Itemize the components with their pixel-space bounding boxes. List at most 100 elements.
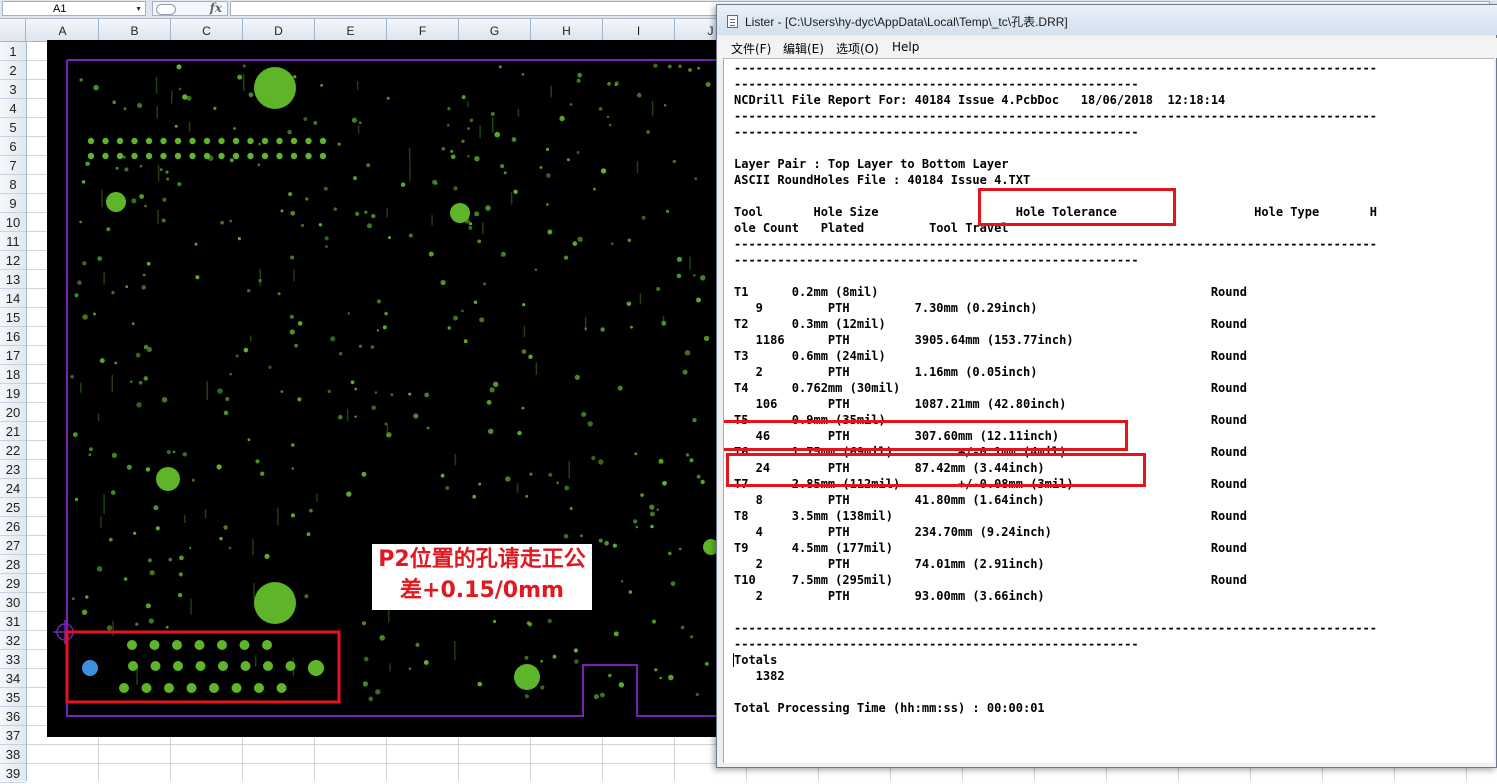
row-header[interactable]: 39 xyxy=(0,764,26,783)
lister-titlebar[interactable]: Lister - [C:\Users\hy-dyc\AppData\Local\… xyxy=(717,5,1497,35)
row-header[interactable]: 30 xyxy=(0,593,26,612)
row-header[interactable]: 11 xyxy=(0,232,26,251)
via xyxy=(474,156,480,162)
row-header[interactable]: 20 xyxy=(0,403,26,422)
row-header[interactable]: 9 xyxy=(0,194,26,213)
header-pad xyxy=(218,152,225,160)
row-header[interactable]: 37 xyxy=(0,726,26,745)
row-header[interactable]: 15 xyxy=(0,308,26,327)
row-header[interactable]: 14 xyxy=(0,289,26,308)
via xyxy=(513,189,518,194)
insert-function-icon[interactable]: fx xyxy=(210,1,222,15)
row-header[interactable]: 35 xyxy=(0,688,26,707)
via xyxy=(413,413,419,419)
header-pad xyxy=(203,137,211,145)
row-header[interactable]: 2 xyxy=(0,61,26,80)
row-header[interactable]: 10 xyxy=(0,213,26,232)
row-header[interactable]: 36 xyxy=(0,707,26,726)
row-header[interactable]: 6 xyxy=(0,137,26,156)
column-header[interactable]: D xyxy=(243,19,315,41)
via xyxy=(106,227,111,232)
row-header[interactable]: 3 xyxy=(0,80,26,99)
row-header[interactable]: 8 xyxy=(0,175,26,194)
via xyxy=(472,494,477,499)
via xyxy=(364,210,368,214)
row-header[interactable]: 21 xyxy=(0,422,26,441)
row-header[interactable]: 28 xyxy=(0,555,26,574)
via xyxy=(489,387,495,393)
report-line: 2 PTH 93.00mm (3.66inch) xyxy=(734,589,1045,603)
via xyxy=(692,418,697,423)
via xyxy=(649,511,655,517)
via xyxy=(153,505,159,511)
via xyxy=(453,315,458,321)
row-header[interactable]: 7 xyxy=(0,156,26,175)
row-header[interactable]: 29 xyxy=(0,574,26,593)
via xyxy=(289,329,295,335)
via xyxy=(450,154,456,160)
menu-edit[interactable]: 编辑(E) xyxy=(783,40,824,57)
header-pad xyxy=(145,152,153,160)
row-header[interactable]: 4 xyxy=(0,99,26,118)
via xyxy=(270,76,277,82)
formula-expand-icon[interactable] xyxy=(156,4,176,15)
row-header[interactable]: 34 xyxy=(0,669,26,688)
column-header[interactable]: A xyxy=(27,19,99,41)
via-column xyxy=(523,325,526,338)
report-line: 4 PTH 234.70mm (9.24inch) xyxy=(734,525,1052,539)
row-header[interactable]: 1 xyxy=(0,42,26,61)
via xyxy=(547,618,552,624)
row-header[interactable]: 23 xyxy=(0,460,26,479)
via-column xyxy=(112,620,114,636)
via-column xyxy=(80,382,82,393)
row-header[interactable]: 17 xyxy=(0,346,26,365)
p2-pin xyxy=(164,683,174,693)
report-line: 2 PTH 1.16mm (0.05inch) xyxy=(734,365,1038,379)
menu-options[interactable]: 选项(O) xyxy=(836,40,879,57)
row-header[interactable]: 13 xyxy=(0,270,26,289)
row-header[interactable]: 16 xyxy=(0,327,26,346)
row-header[interactable]: 38 xyxy=(0,745,26,764)
column-header[interactable]: H xyxy=(531,19,603,41)
row-header[interactable]: 22 xyxy=(0,441,26,460)
row-header[interactable]: 31 xyxy=(0,612,26,631)
row-header[interactable]: 5 xyxy=(0,118,26,137)
menu-file[interactable]: 文件(F) xyxy=(731,40,771,57)
via xyxy=(653,63,658,68)
row-header[interactable]: 18 xyxy=(0,365,26,384)
via xyxy=(545,147,550,151)
row-header[interactable]: 32 xyxy=(0,631,26,650)
row-header[interactable]: 26 xyxy=(0,517,26,536)
chevron-down-icon[interactable]: ▼ xyxy=(135,2,142,17)
p2-pin xyxy=(195,661,206,671)
p2-pin xyxy=(173,661,183,671)
column-header[interactable]: E xyxy=(315,19,387,41)
row-header[interactable]: 27 xyxy=(0,536,26,555)
row-header[interactable]: 24 xyxy=(0,479,26,498)
header-pad xyxy=(174,152,182,160)
row-header[interactable]: 19 xyxy=(0,384,26,403)
select-all-corner[interactable] xyxy=(0,19,26,41)
via xyxy=(704,661,709,666)
column-header[interactable]: B xyxy=(99,19,171,41)
via-column xyxy=(510,192,513,205)
via xyxy=(607,82,611,86)
via xyxy=(165,625,169,629)
row-header[interactable]: 25 xyxy=(0,498,26,517)
name-box[interactable]: A1 ▼ xyxy=(2,1,146,16)
via xyxy=(194,242,198,246)
report-line: ----------------------------------------… xyxy=(734,237,1377,251)
p2-pin xyxy=(276,683,287,693)
menu-help[interactable]: Help xyxy=(892,40,919,54)
via xyxy=(705,82,711,87)
mounting-hole xyxy=(514,664,540,690)
via xyxy=(216,464,222,470)
column-header[interactable]: F xyxy=(387,19,459,41)
column-header[interactable]: I xyxy=(603,19,675,41)
row-header[interactable]: 33 xyxy=(0,650,26,669)
column-header[interactable]: G xyxy=(459,19,531,41)
report-text-area[interactable]: ----------------------------------------… xyxy=(723,58,1494,763)
via-column xyxy=(386,424,389,437)
row-header[interactable]: 12 xyxy=(0,251,26,270)
column-header[interactable]: C xyxy=(171,19,243,41)
